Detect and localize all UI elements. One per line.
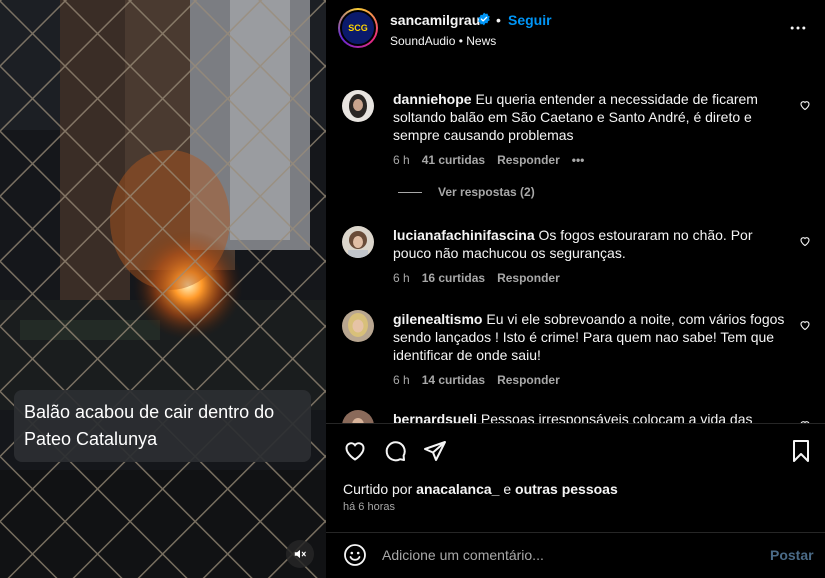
commenter-avatar[interactable] xyxy=(342,90,374,122)
avatar-image xyxy=(342,90,374,122)
post-actions xyxy=(326,423,825,478)
reply-button[interactable]: Responder xyxy=(497,271,560,285)
view-replies-label: Ver respostas (2) xyxy=(438,185,535,199)
speaker-muted-icon xyxy=(294,549,306,559)
avatar-image xyxy=(342,310,374,342)
reply-button[interactable]: Responder xyxy=(497,373,560,387)
comment-meta: 6 h 14 curtidas Responder xyxy=(393,373,572,387)
heart-icon[interactable] xyxy=(799,319,811,331)
author-username[interactable]: sancamilgrau xyxy=(390,12,480,28)
comment-likes[interactable]: 14 curtidas xyxy=(422,373,485,387)
comment-icon[interactable] xyxy=(383,439,407,463)
comment-meta: 6 h 16 curtidas Responder xyxy=(393,271,572,285)
comments-list[interactable]: danniehope Eu queria entender a necessid… xyxy=(326,62,825,423)
share-icon[interactable] xyxy=(423,439,447,463)
caption-line-1: Balão acabou de cair dentro do xyxy=(24,402,275,422)
more-options-icon[interactable] xyxy=(788,18,808,38)
liked-by-user[interactable]: anacalanca_ xyxy=(416,481,499,497)
caption-line-2: Pateo Catalunya xyxy=(24,429,158,449)
comment-text: danniehope Eu queria entender a necessid… xyxy=(393,90,788,144)
comment-body: Pessoas irresponsáveis colocam a vida da… xyxy=(480,411,753,423)
video-player[interactable]: Balão acabou de cair dentro do Pateo Cat… xyxy=(0,0,326,578)
comment-likes[interactable]: 41 curtidas xyxy=(422,153,485,167)
replies-divider xyxy=(398,191,422,193)
author-avatar-image: SCG xyxy=(340,10,376,46)
commenter-avatar[interactable] xyxy=(342,410,374,423)
commenter-avatar[interactable] xyxy=(342,310,374,342)
comment-time[interactable]: 6 h xyxy=(393,271,410,285)
verified-badge-icon xyxy=(478,12,490,26)
comment-text: gilenealtismo Eu vi ele sobrevoando a no… xyxy=(393,310,788,364)
comment-text: bernardsueli Pessoas irresponsáveis colo… xyxy=(393,410,788,423)
video-caption: Balão acabou de cair dentro do Pateo Cat… xyxy=(14,390,311,462)
emoji-icon[interactable] xyxy=(343,543,367,567)
audio-link[interactable]: SoundAudio • News xyxy=(390,34,496,48)
comment-meta: 6 h 41 curtidas Responder ••• xyxy=(393,153,596,167)
reply-button[interactable]: Responder xyxy=(497,153,560,167)
comment-input[interactable] xyxy=(382,544,762,566)
avatar-image xyxy=(342,226,374,258)
post-header: SCG sancamilgrau • Seguir SoundAudio • N… xyxy=(326,0,825,48)
comment-username[interactable]: gilenealtismo xyxy=(393,311,482,327)
heart-icon[interactable] xyxy=(799,99,811,111)
like-icon[interactable] xyxy=(343,439,367,463)
comment-likes[interactable]: 16 curtidas xyxy=(422,271,485,285)
liked-by-others[interactable]: outras pessoas xyxy=(515,481,618,497)
save-icon[interactable] xyxy=(789,439,813,463)
mute-button[interactable] xyxy=(286,540,314,568)
comment-more-button[interactable]: ••• xyxy=(572,153,585,167)
post-comment-button[interactable]: Postar xyxy=(770,547,814,563)
comment-username[interactable]: lucianafachinifascina xyxy=(393,227,535,243)
add-comment-bar: Postar xyxy=(326,532,825,578)
video-frame xyxy=(0,0,326,578)
author-avatar[interactable]: SCG xyxy=(338,8,378,48)
liked-by: Curtido por anacalanca_ e outras pessoas xyxy=(343,481,618,497)
view-replies-button[interactable]: Ver respostas (2) xyxy=(398,185,535,199)
post-time[interactable]: há 6 horas xyxy=(343,501,395,513)
header-separator: • xyxy=(496,12,501,28)
avatar-image xyxy=(342,410,374,423)
comment-username[interactable]: bernardsueli xyxy=(393,411,477,423)
comment-text: lucianafachinifascina Os fogos estourara… xyxy=(393,226,788,262)
follow-button[interactable]: Seguir xyxy=(508,12,552,28)
commenter-avatar[interactable] xyxy=(342,226,374,258)
liked-by-prefix: Curtido por xyxy=(343,481,413,497)
comment-time[interactable]: 6 h xyxy=(393,153,410,167)
comment-username[interactable]: danniehope xyxy=(393,91,472,107)
post-panel: SCG sancamilgrau • Seguir SoundAudio • N… xyxy=(326,0,825,578)
heart-icon[interactable] xyxy=(799,235,811,247)
liked-by-mid: e xyxy=(503,481,512,497)
comment-time[interactable]: 6 h xyxy=(393,373,410,387)
